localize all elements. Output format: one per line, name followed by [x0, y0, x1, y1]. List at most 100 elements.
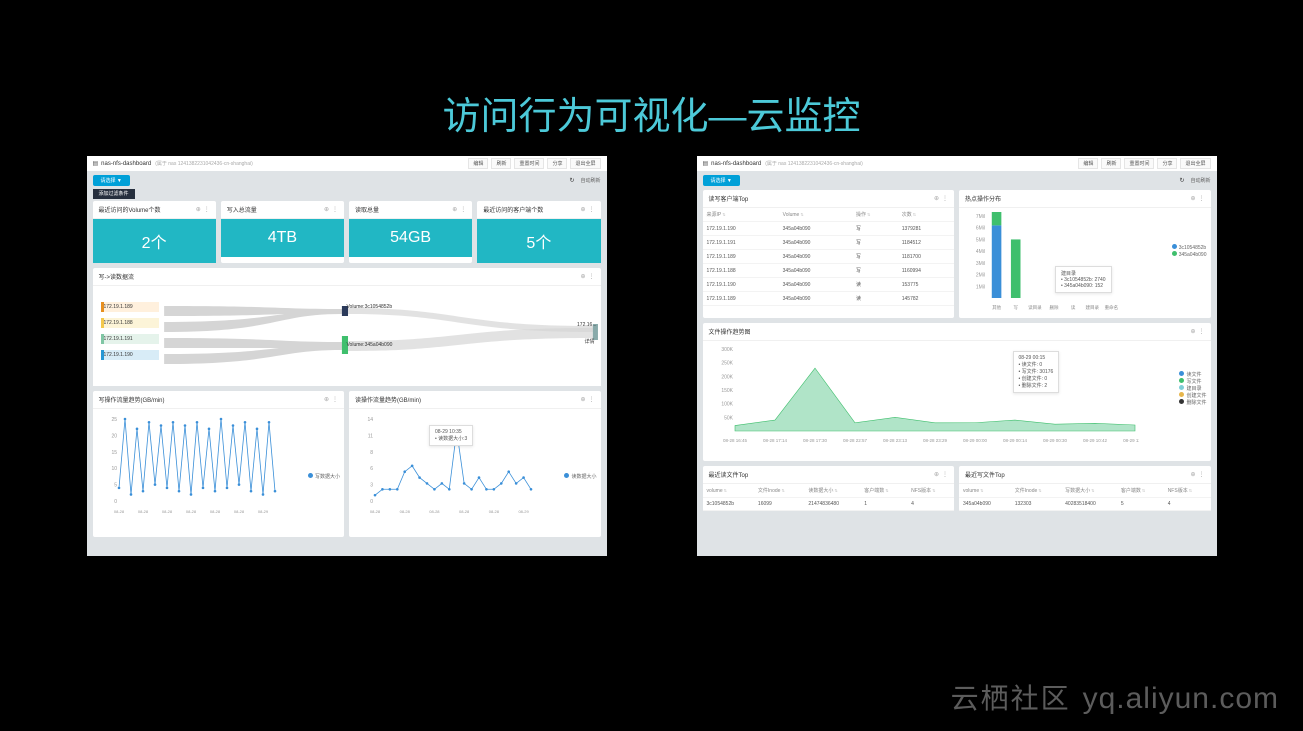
volume-label: Volume:3c1054852b: [347, 304, 393, 310]
more-icon[interactable]: ⋮: [1199, 328, 1205, 335]
more-icon[interactable]: ⋮: [460, 206, 466, 213]
col-header[interactable]: 次数⇅: [898, 208, 954, 222]
area-chart-svg: 50K100K150K200K250K300K08-28 16:4508-28 …: [709, 345, 1139, 445]
legend: 读文件 写文件 建目录 创建文件 删除文件: [1179, 371, 1206, 406]
search-icon[interactable]: ⊕: [452, 206, 457, 213]
tooltip: 08-29 10:35 • 读数据大小:3: [429, 425, 473, 446]
select-dropdown[interactable]: 请选择 ▼: [703, 175, 740, 186]
table-row[interactable]: 172.19.1.189345a04b090读145782: [703, 292, 955, 306]
svg-text:300K: 300K: [721, 347, 733, 353]
refresh-icon[interactable]: ↻: [1179, 177, 1184, 184]
read-file-top-card: 最近读文件Top⊕⋮ volume⇅文件Inode⇅读数据大小⇅客户端数⇅NFS…: [703, 466, 955, 511]
col-header[interactable]: 读数据大小⇅: [804, 484, 860, 498]
rw-table[interactable]: 来源IP⇅Volume⇅操作⇅次数⇅172.19.1.190345a04b090…: [703, 208, 955, 306]
sankey-chart[interactable]: 172.19.1.189 172.19.1.188 172.19.1.191 1…: [93, 286, 601, 386]
card-title: 写操作流量趋势(GB/min): [99, 395, 165, 404]
refresh-button[interactable]: 刷新: [1101, 158, 1121, 169]
select-dropdown[interactable]: 请选择 ▼: [93, 175, 130, 186]
search-icon[interactable]: ⊕: [324, 396, 329, 403]
reset-time-button[interactable]: 重置时间: [1124, 158, 1154, 169]
col-header[interactable]: Volume⇅: [779, 208, 852, 222]
edit-button[interactable]: 编辑: [1078, 158, 1098, 169]
reset-time-button[interactable]: 重置时间: [514, 158, 544, 169]
read-file-table[interactable]: volume⇅文件Inode⇅读数据大小⇅客户端数⇅NFS版本⇅3c105485…: [703, 484, 955, 511]
search-icon[interactable]: ⊕: [580, 396, 585, 403]
watermark: 云栖社区 yq.aliyun.com: [951, 677, 1279, 717]
more-icon[interactable]: ⋮: [942, 195, 948, 202]
trend-row: 写操作流量趋势(GB/min)⊕⋮ 051015202508-2808-2808…: [93, 391, 601, 537]
left-grid: 最近访问的Volume个数⊕⋮ 2个 写入总流量⊕⋮ 4TB 读取总量⊕⋮ 54…: [87, 201, 607, 543]
kpi-read-card: 读取总量⊕⋮ 54GB: [349, 201, 472, 263]
auto-refresh-label[interactable]: 自动刷新: [1190, 177, 1210, 184]
table-row[interactable]: 172.19.1.191345a04b090写1184512: [703, 236, 955, 250]
refresh-icon[interactable]: ↻: [569, 177, 574, 184]
col-header[interactable]: NFS版本⇅: [907, 484, 954, 498]
svg-text:150K: 150K: [721, 388, 733, 394]
search-icon[interactable]: ⊕: [580, 206, 585, 213]
refresh-button[interactable]: 刷新: [491, 158, 511, 169]
col-header[interactable]: volume⇅: [959, 484, 1011, 498]
more-icon[interactable]: ⋮: [332, 396, 338, 403]
svg-text:08-28 22:57: 08-28 22:57: [842, 438, 867, 443]
kpi-volume-card: 最近访问的Volume个数⊕⋮ 2个: [93, 201, 216, 263]
exit-fullscreen-button[interactable]: 退出全屏: [570, 158, 600, 169]
search-icon[interactable]: ⊕: [934, 195, 939, 202]
table-row[interactable]: 172.19.1.190345a04b090读153775: [703, 278, 955, 292]
share-button[interactable]: 分享: [1157, 158, 1177, 169]
table-row[interactable]: 172.19.1.189345a04b090写1181700: [703, 250, 955, 264]
table-row[interactable]: 345a04b0901323034028351840054: [959, 498, 1211, 511]
svg-text:08-29 00:00: 08-29 00:00: [962, 438, 987, 443]
detail-link[interactable]: 详情: [584, 338, 594, 345]
file-trend-chart[interactable]: 50K100K150K200K250K300K08-28 16:4508-28 …: [703, 341, 1211, 461]
kpi-title: 读取总量: [355, 205, 379, 214]
table-row[interactable]: 3c1054852b160992147483648014: [703, 498, 955, 511]
col-header[interactable]: 客户端数⇅: [860, 484, 907, 498]
svg-text:3: 3: [370, 483, 373, 489]
svg-text:2Mil: 2Mil: [976, 273, 985, 279]
col-header[interactable]: 操作⇅: [852, 208, 898, 222]
col-header[interactable]: 文件Inode⇅: [1011, 484, 1061, 498]
exit-fullscreen-button[interactable]: 退出全屏: [1180, 158, 1210, 169]
table-row[interactable]: 172.19.1.190345a04b090写1379281: [703, 222, 955, 236]
table-row[interactable]: 172.19.1.188345a04b090写1160994: [703, 264, 955, 278]
search-icon[interactable]: ⊕: [1190, 195, 1195, 202]
edit-button[interactable]: 编辑: [468, 158, 488, 169]
more-icon[interactable]: ⋮: [589, 396, 595, 403]
col-header[interactable]: 写数据大小⇅: [1061, 484, 1117, 498]
write-trend-chart[interactable]: 051015202508-2808-2808-2808-2808-2808-28…: [93, 409, 345, 537]
search-icon[interactable]: ⊕: [1190, 471, 1195, 478]
auto-refresh-label[interactable]: 自动刷新: [580, 177, 600, 184]
search-icon[interactable]: ⊕: [1190, 328, 1195, 335]
more-icon[interactable]: ⋮: [1199, 471, 1205, 478]
col-header[interactable]: 来源IP⇅: [703, 208, 779, 222]
search-icon[interactable]: ⊕: [580, 273, 585, 280]
more-icon[interactable]: ⋮: [332, 206, 338, 213]
more-icon[interactable]: ⋮: [942, 471, 948, 478]
col-header[interactable]: NFS版本⇅: [1164, 484, 1211, 498]
svg-text:7Mil: 7Mil: [976, 214, 985, 220]
write-file-table[interactable]: volume⇅文件Inode⇅写数据大小⇅客户端数⇅NFS版本⇅345a04b0…: [959, 484, 1211, 511]
svg-text:20: 20: [111, 433, 117, 439]
watermark-url: yq.aliyun.com: [1083, 682, 1279, 716]
search-icon[interactable]: ⊕: [324, 206, 329, 213]
search-icon[interactable]: ⊕: [934, 471, 939, 478]
add-filter-button[interactable]: 添加过滤条件: [93, 189, 135, 199]
more-icon[interactable]: ⋮: [589, 206, 595, 213]
col-header[interactable]: volume⇅: [703, 484, 754, 498]
search-icon[interactable]: ⊕: [196, 206, 201, 213]
svg-text:删除: 删除: [1050, 304, 1059, 311]
read-trend-chart[interactable]: 0368111408-2808-2808-2808-2808-2808-29 读…: [349, 409, 601, 537]
more-icon[interactable]: ⋮: [1199, 195, 1205, 202]
col-header[interactable]: 文件Inode⇅: [754, 484, 804, 498]
more-icon[interactable]: ⋮: [589, 273, 595, 280]
col-header[interactable]: 客户端数⇅: [1117, 484, 1164, 498]
hot-ops-chart[interactable]: 1Mil2Mil3Mil4Mil5Mil6Mil7Mil其他写读目录删除读建目录…: [959, 208, 1211, 318]
slide-title: 访问行为可视化—云监控: [0, 0, 1303, 156]
svg-text:08-28: 08-28: [185, 509, 196, 514]
subbar: 请选择 ▼ ↻ 自动刷新: [697, 171, 1217, 190]
more-icon[interactable]: ⋮: [204, 206, 210, 213]
kpi-value: 5个: [477, 219, 600, 263]
share-button[interactable]: 分享: [547, 158, 567, 169]
dst-label: 172.16...: [577, 322, 596, 328]
src-ip: 172.19.1.191: [104, 336, 133, 342]
